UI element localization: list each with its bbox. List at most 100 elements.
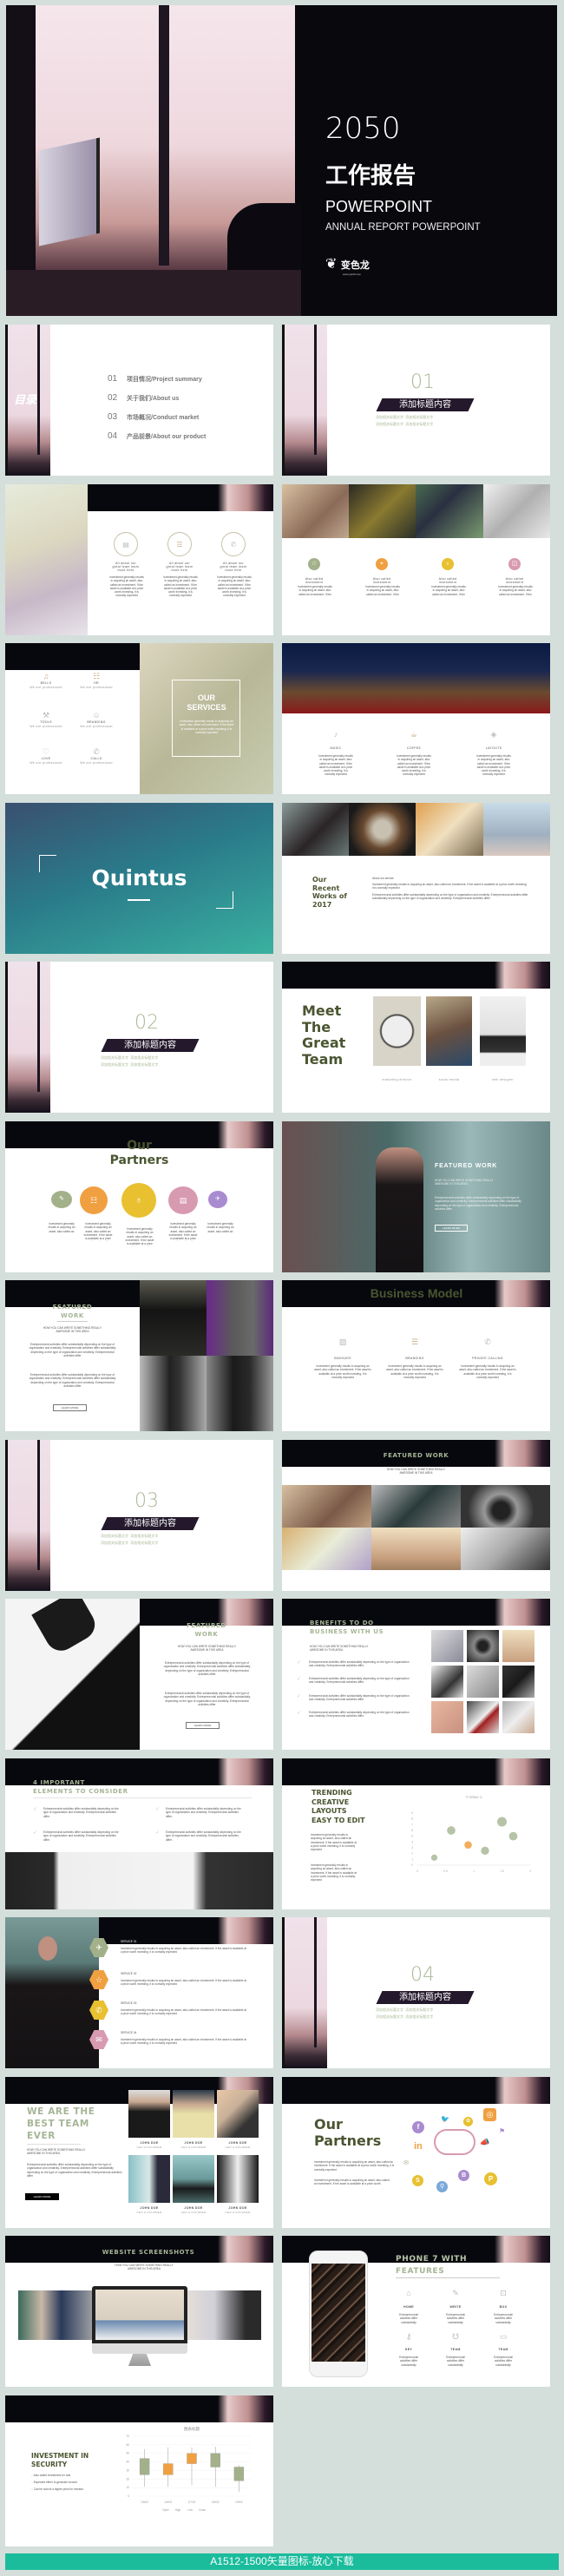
candlestick-chart: 图表标题 0 10 20 30 40 50 60 70 1/5/02 1/6/02 1/7/02 1/8… bbox=[126, 2426, 251, 2512]
feature-heading: Also called investment bbox=[505, 577, 524, 584]
title-line: BUSINESS WITH US bbox=[310, 1628, 384, 1635]
business-text: Investment generally results in acquirin… bbox=[459, 1364, 516, 1379]
element-text: Entrepreneurial activities differ substa… bbox=[43, 1807, 119, 1818]
service-text: Investment generally results in acquirin… bbox=[476, 754, 511, 777]
service-desc: We are professional bbox=[80, 761, 113, 765]
slide-section-02[interactable]: 02 添加标题内容 添加相关标题文字 添加相关标题文字 添加相关标题文字 添加相… bbox=[5, 962, 273, 1113]
slide-photos-icons[interactable]: ☆ ⌖ ♁ ◫ Also called investment Also call… bbox=[282, 484, 550, 635]
chat-icon: ☺ bbox=[92, 711, 101, 720]
about-heading: About our service bbox=[372, 877, 394, 880]
toc-item[interactable]: 02 关于我们/About us bbox=[108, 389, 206, 408]
y-tick-label: 0 bbox=[411, 1863, 413, 1867]
divider bbox=[27, 2144, 81, 2145]
learn-more-button[interactable]: LEARN MORE bbox=[53, 1404, 87, 1411]
feature-label: KEY bbox=[404, 2348, 413, 2351]
location-icon: ⌖ bbox=[376, 558, 388, 570]
grid-photo bbox=[431, 1666, 463, 1698]
team-photo bbox=[217, 2155, 259, 2203]
best-team-text: Entrepreneurial activities differ substa… bbox=[27, 2163, 122, 2178]
photo-plant-laptop bbox=[480, 996, 526, 1066]
footer-banner[interactable]: A1512-1500矢量图标-放心下载 bbox=[5, 2553, 559, 2570]
title-line: Our bbox=[127, 1139, 152, 1153]
instagram-icon[interactable]: ◎ bbox=[483, 2108, 496, 2121]
slide-meet-team[interactable]: Meet The Great Team marketing director s… bbox=[282, 962, 550, 1113]
x-tick-label: 2 bbox=[529, 1870, 531, 1873]
slide-featured-work-grid[interactable]: FEATURED WORK HOW YOU CAN WRITE SOMETHIN… bbox=[282, 1440, 550, 1591]
section-sub: 添加相关标题文字 bbox=[376, 415, 403, 419]
slide-benefits[interactable]: BENEFITS TO DO BUSINESS WITH US HOW YOU … bbox=[282, 1599, 550, 1750]
slide-business-model[interactable]: Business Model ▨ ☰ ✆ INNOVATE BRANDING P… bbox=[282, 1280, 550, 1431]
feature-label: TEAM bbox=[450, 2348, 461, 2351]
slide-phone-features[interactable]: PHONE 7 WITH FEATURES ⌂ ✎ ⊡ ⚷ ☋ ▭ HOME W… bbox=[282, 2236, 550, 2387]
header-photo bbox=[495, 1280, 550, 1307]
learn-more-button[interactable]: LEARN MORE bbox=[186, 1722, 220, 1729]
linkedin-icon[interactable]: in bbox=[414, 2141, 423, 2152]
lock-icon[interactable]: ⚲ bbox=[436, 2181, 448, 2192]
section-sub: 添加相关标题文字 bbox=[101, 1534, 128, 1538]
trending-text: Investment generally results in acquirin… bbox=[311, 1833, 357, 1852]
slide-recent-works[interactable]: Our Recent Works of 2017 About our servi… bbox=[282, 803, 550, 954]
toc-item[interactable]: 01 项目情况/Project summary bbox=[108, 370, 206, 389]
notebook-photo bbox=[5, 1852, 273, 1909]
twitter-icon[interactable]: 🐦 bbox=[441, 2115, 449, 2123]
slide-trending-chart[interactable]: TRENDING CREATIVE LAYOUTS EASY TO EDIT I… bbox=[282, 1758, 550, 1909]
slide-featured-work-sketch[interactable]: FEATURED WORK HOW YOU CAN WRITE SOMETHIN… bbox=[5, 1599, 273, 1750]
slide-important-elements[interactable]: 4 IMPORTANT ELEMENTS TO CONSIDER ✓ Entre… bbox=[5, 1758, 273, 1909]
member-role: CEO & FOUNDER bbox=[136, 2211, 162, 2214]
image-icon: ▨ bbox=[338, 1337, 347, 1346]
section-sub: 添加相关标题文字 bbox=[405, 2014, 434, 2019]
website-subtitle: HOW YOU CAN WRITE SOMETHING REALLY AWESO… bbox=[115, 2264, 174, 2271]
skype-icon[interactable]: S bbox=[412, 2175, 423, 2186]
logo-text: 变色龙 bbox=[340, 260, 370, 271]
header-photo bbox=[218, 2236, 273, 2263]
learn-more-button[interactable]: LEARN MORE bbox=[435, 1225, 468, 1232]
flag-icon[interactable]: ⚑ bbox=[499, 2127, 505, 2135]
megaphone-icon[interactable]: 📣 bbox=[480, 2138, 489, 2147]
slide-website-screenshots[interactable]: WEBSITE SCREENSHOTS HOW YOU CAN WRITE SO… bbox=[5, 2236, 273, 2387]
slide-quintus[interactable]: Quintus bbox=[5, 803, 273, 954]
slide-partners-bubbles[interactable]: Our Partners ✎ ☷ ♁ ▤ ✈ Investment genera… bbox=[5, 1121, 273, 1272]
mail-icon[interactable]: ✉ bbox=[403, 2159, 409, 2166]
slide-city-services[interactable]: ♪ ☕ ◈ MUSIC COFFEE LAYOUTS Investment ge… bbox=[282, 643, 550, 794]
slide-investment[interactable]: INVESTMENT IN SECURITY ◌ Also called inv… bbox=[5, 2395, 273, 2546]
facebook-icon[interactable]: f bbox=[412, 2121, 424, 2133]
candle-body bbox=[163, 2463, 174, 2475]
y-tick-label: 7 bbox=[411, 1823, 413, 1826]
slide-section-01[interactable]: 01 添加标题内容 添加相关标题文字 添加相关标题文字 添加相关标题文字 添加相… bbox=[282, 325, 550, 476]
toc-item[interactable]: 04 产品前景/About our product bbox=[108, 427, 206, 446]
slide-toc[interactable]: 目录 01 项目情况/Project summary 02 关于我们/About u… bbox=[5, 325, 273, 476]
toc-num: 03 bbox=[108, 412, 118, 422]
slide-section-03[interactable]: 03 添加标题内容 添加相关标题文字 添加相关标题文字 添加相关标题文字 添加相… bbox=[5, 1440, 273, 1591]
bell-icon: ♫ bbox=[43, 672, 49, 680]
x-tick-label: 0 bbox=[416, 1870, 418, 1873]
team-photo bbox=[128, 2155, 170, 2203]
toc-num: 04 bbox=[108, 431, 118, 441]
element-text: Entrepreneurial activities differ substa… bbox=[166, 1807, 241, 1818]
screenshot-photo bbox=[183, 2290, 261, 2340]
bubble bbox=[496, 1817, 508, 1827]
slide-partners-social[interactable]: Our Partners Investment generally result… bbox=[282, 2077, 550, 2228]
business-text: Investment generally results in acquirin… bbox=[314, 1364, 371, 1379]
learn-more-button[interactable]: LEARN MORE bbox=[25, 2193, 59, 2200]
toc-item[interactable]: 03 市场概况/Conduct market bbox=[108, 408, 206, 427]
slide-services-hexagons[interactable]: ✈ ☆ ✆ ✉ SERVICE 01 Investment generally … bbox=[5, 1917, 273, 2068]
title-line: PHONE 7 WITH bbox=[396, 2255, 468, 2264]
service-label: SERVICE 02 bbox=[121, 1972, 137, 1975]
benefits-title: BENEFITS TO DO BUSINESS WITH US bbox=[310, 1619, 384, 1636]
grid-photo bbox=[467, 1701, 499, 1733]
service-desc: We are professional bbox=[80, 686, 113, 689]
section-sub: 添加相关标题文字 bbox=[376, 2008, 403, 2012]
slide-our-services[interactable]: ♫ BELLS We are professional ☷ HR We are … bbox=[5, 643, 273, 794]
phone-icon: ✆ bbox=[484, 1337, 491, 1346]
wechat-icon[interactable]: ✿ bbox=[463, 2117, 473, 2126]
blogger-icon[interactable]: B bbox=[458, 2170, 469, 2181]
slide-section-04[interactable]: 04 添加标题内容 添加相关标题文字 添加相关标题文字 添加相关标题文字 添加相… bbox=[282, 1917, 550, 2068]
slide-featured-work-fashion[interactable]: FEATURED WORK HOW YOU CAN WRITE SOMETHIN… bbox=[5, 1280, 273, 1431]
slide-pencils-icons[interactable]: ▤ ☰ ✆ All about our great team learn mor… bbox=[5, 484, 273, 635]
pinterest-icon[interactable]: P bbox=[484, 2172, 497, 2185]
slide-featured-work-woman[interactable]: FEATURED WORK HOW YOU CAN WRITE SOMETHIN… bbox=[282, 1121, 550, 1272]
header-photo bbox=[218, 1758, 273, 1785]
section-number: 03 bbox=[134, 1490, 159, 1512]
team-photo bbox=[217, 2090, 259, 2138]
slide-best-team[interactable]: WE ARE THE BEST TEAM EVER HOW YOU CAN WR… bbox=[5, 2077, 273, 2228]
